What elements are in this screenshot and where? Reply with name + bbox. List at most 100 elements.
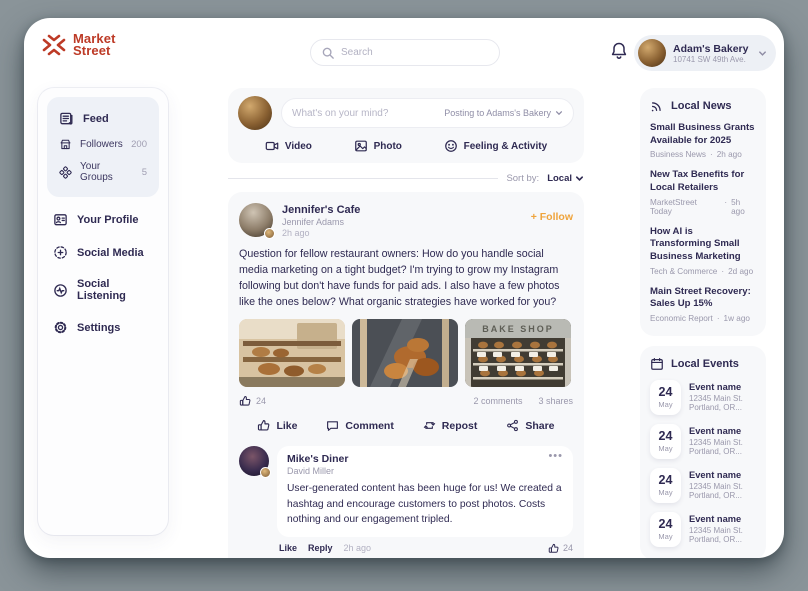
news-item[interactable]: New Tax Benefits for Local Retailers Mar…	[650, 169, 756, 215]
comment-timestamp: 2h ago	[344, 543, 372, 553]
account-menu[interactable]: Adam's Bakery 10741 SW 49th Ave.	[634, 35, 776, 71]
news-source: MarketStreet Today	[650, 198, 720, 216]
post-business-name[interactable]: Jennifer's Cafe	[282, 204, 522, 216]
post-photo-bake-shop-storefront[interactable]: BAKE SHOP	[465, 319, 571, 387]
app-logo: Market Street	[41, 32, 116, 58]
sort-dropdown[interactable]: Local	[547, 173, 584, 184]
event-day: 24	[659, 474, 673, 487]
news-item[interactable]: How AI is Transforming Small Business Ma…	[650, 226, 756, 276]
meta-separator: ·	[717, 314, 720, 323]
event-day: 24	[659, 386, 673, 399]
sidebar-item-social-media[interactable]: Social Media	[47, 236, 159, 269]
event-month: May	[658, 444, 672, 453]
gear-icon	[53, 320, 68, 335]
news-item[interactable]: Small Business Grants Available for 2025…	[650, 122, 756, 159]
share-button[interactable]: Share	[506, 419, 554, 432]
event-address: 12345 Main St. Portland, OR...	[689, 438, 756, 456]
local-events-card: Local Events 24May Event name12345 Main …	[640, 346, 766, 558]
composer-avatar	[238, 96, 272, 130]
repost-button[interactable]: Repost	[423, 419, 478, 432]
news-headline: How AI is Transforming Small Business Ma…	[650, 226, 756, 264]
feed-post: Jennifer's Cafe Jennifer Adams 2h ago + …	[228, 192, 584, 558]
event-name: Event name	[689, 382, 756, 392]
repost-label: Repost	[442, 420, 478, 432]
like-count: 24	[256, 396, 266, 406]
sidebar-feed-group: Feed Followers 200 Your Groups 5	[47, 97, 159, 197]
photo-button[interactable]: Photo	[354, 139, 402, 153]
comment: Mike's Diner David Miller ••• User-gener…	[239, 446, 573, 553]
comment-business-name[interactable]: Mike's Diner	[287, 453, 548, 465]
comments-count[interactable]: 2 comments	[473, 396, 522, 406]
event-item[interactable]: 24May Event name12345 Main St. Portland,…	[650, 512, 756, 547]
news-time: 2d ago	[728, 267, 753, 276]
posting-to-label: Posting to Adams's Bakery	[444, 108, 551, 118]
posting-to-selector[interactable]: Posting to Adams's Bakery	[444, 108, 563, 118]
like-label: Like	[276, 420, 297, 432]
post-actions: Like Comment Repost Share	[239, 417, 573, 436]
composer-field[interactable]: Posting to Adams's Bakery	[281, 98, 574, 128]
groups-count: 5	[142, 167, 147, 178]
chevron-down-icon	[758, 49, 767, 58]
comment-like-link[interactable]: Like	[279, 543, 297, 553]
feeling-activity-button[interactable]: Feeling & Activity	[444, 139, 548, 153]
event-item[interactable]: 24May Event name12345 Main St. Portland,…	[650, 468, 756, 503]
post-body: Question for fellow restaurant owners: H…	[239, 246, 573, 310]
sidebar-item-label: Social Media	[77, 247, 144, 259]
news-time: 5h ago	[731, 198, 756, 216]
comment-label: Comment	[345, 420, 393, 432]
smiley-icon	[444, 139, 458, 153]
business-badge	[264, 228, 275, 239]
event-month: May	[658, 488, 672, 497]
store-icon	[59, 138, 72, 151]
event-month: May	[658, 532, 672, 541]
like-button[interactable]: Like	[257, 419, 297, 432]
share-icon	[506, 419, 519, 432]
search-input[interactable]	[341, 47, 488, 58]
news-headline: Main Street Recovery: Sales Up 15%	[650, 286, 756, 311]
comment-icon	[326, 419, 339, 432]
post-photo-bakery-kitchen[interactable]	[239, 319, 345, 387]
shares-count[interactable]: 3 shares	[538, 396, 573, 406]
sidebar-item-feed[interactable]: Feed	[55, 104, 151, 133]
post-photo-bread-display[interactable]	[352, 319, 458, 387]
news-source: Economic Report	[650, 314, 713, 323]
thumbs-up-icon[interactable]	[239, 395, 251, 407]
sidebar-item-your-groups[interactable]: Your Groups 5	[55, 156, 151, 188]
feed-column: Posting to Adams's Bakery Video Photo	[228, 88, 584, 558]
sidebar-item-your-profile[interactable]: Your Profile	[47, 203, 159, 236]
post-avatar[interactable]	[239, 203, 273, 237]
sidebar-item-social-listening[interactable]: Social Listening	[47, 269, 159, 311]
comment-like-count[interactable]: 24	[548, 543, 573, 554]
more-options-icon[interactable]: •••	[548, 453, 563, 461]
rss-icon	[650, 99, 664, 113]
search-bar[interactable]	[310, 39, 500, 66]
sort-value: Local	[547, 173, 572, 184]
post-composer: Posting to Adams's Bakery Video Photo	[228, 88, 584, 163]
comment-avatar[interactable]	[239, 446, 269, 476]
photo-icon	[354, 139, 368, 153]
comment-reply-link[interactable]: Reply	[308, 543, 333, 553]
video-button[interactable]: Video	[265, 139, 312, 153]
sidebar: Feed Followers 200 Your Groups 5 Your Pr…	[38, 88, 168, 535]
local-news-title: Local News	[671, 100, 732, 112]
post-stats: 24 2 comments 3 shares	[239, 395, 573, 407]
news-item[interactable]: Main Street Recovery: Sales Up 15% Econo…	[650, 286, 756, 323]
local-news-card: Local News Small Business Grants Availab…	[640, 88, 766, 336]
comment-button[interactable]: Comment	[326, 419, 393, 432]
repost-icon	[423, 419, 436, 432]
sidebar-item-label: Social Listening	[77, 278, 153, 302]
event-item[interactable]: 24May Event name12345 Main St. Portland,…	[650, 424, 756, 459]
sidebar-nav-list: Your Profile Social Media Social Listeni…	[47, 203, 159, 344]
sidebar-item-settings[interactable]: Settings	[47, 311, 159, 344]
composer-input[interactable]	[292, 108, 438, 119]
event-item[interactable]: 24May Event name12345 Main St. Portland,…	[650, 380, 756, 415]
comment-author: David Miller	[287, 466, 548, 476]
follow-button[interactable]: + Follow	[531, 203, 573, 223]
meta-separator: ·	[724, 198, 727, 216]
bell-icon[interactable]	[609, 41, 629, 61]
event-date: 24May	[650, 468, 681, 503]
sidebar-item-followers[interactable]: Followers 200	[55, 133, 151, 156]
video-icon	[265, 139, 279, 153]
groups-icon	[59, 166, 72, 179]
sidebar-item-label: Feed	[83, 113, 109, 125]
